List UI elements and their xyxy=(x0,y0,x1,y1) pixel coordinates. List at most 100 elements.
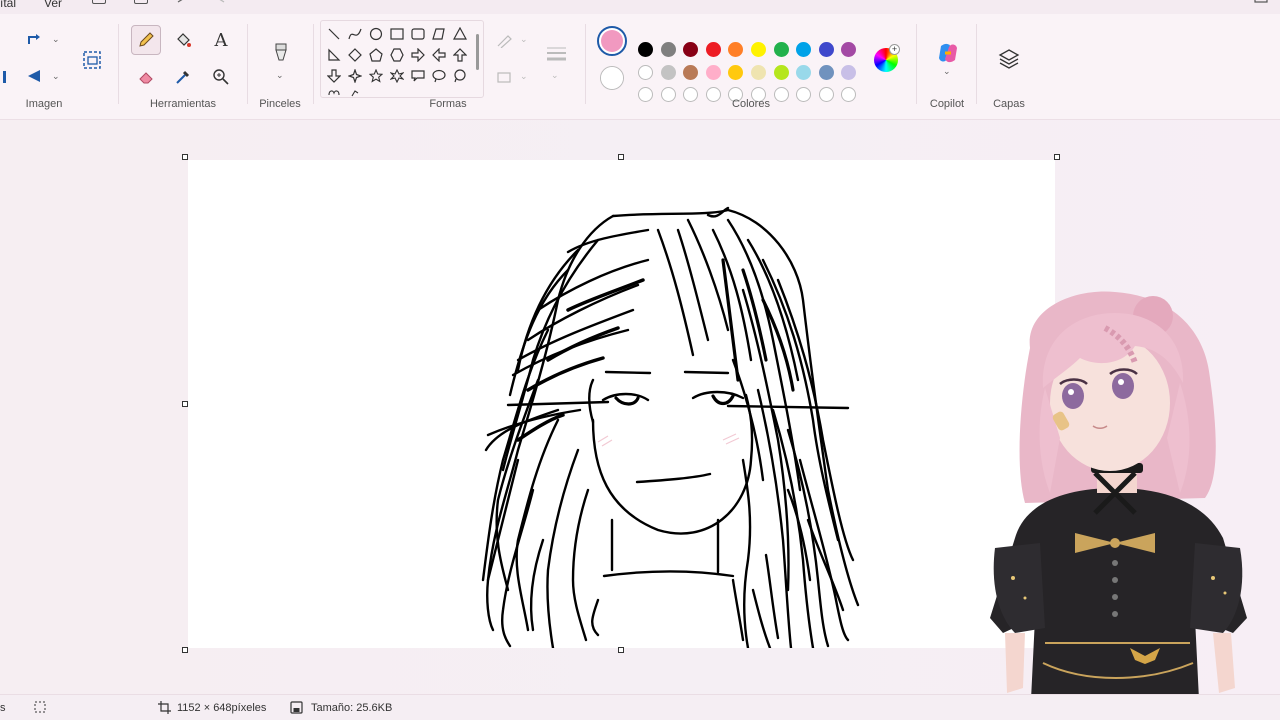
text-tool-button[interactable]: A xyxy=(206,25,236,55)
pencil-icon xyxy=(139,32,154,47)
color-swatch[interactable] xyxy=(638,64,653,80)
star-four-shape-icon[interactable] xyxy=(346,67,364,85)
line-shape-icon[interactable] xyxy=(325,25,343,43)
color-swatch[interactable] xyxy=(841,42,857,57)
chevron-down-icon[interactable]: ⌄ xyxy=(520,71,528,82)
color-swatch[interactable] xyxy=(841,64,857,80)
custom-color-slot[interactable] xyxy=(683,87,699,102)
callout-cloud-shape-icon[interactable] xyxy=(451,67,469,85)
chevron-down-icon[interactable]: ⌄ xyxy=(52,71,60,82)
canvas-area xyxy=(182,154,1060,653)
color-swatch[interactable] xyxy=(683,64,699,80)
fill-tool-button[interactable] xyxy=(168,25,198,55)
copilot-icon[interactable] xyxy=(936,42,960,64)
color-swatch[interactable] xyxy=(660,42,676,57)
stroke-size-icon[interactable] xyxy=(544,44,570,64)
rectangle-shape-icon[interactable] xyxy=(388,25,406,43)
resize-handle-bottom[interactable] xyxy=(618,647,624,653)
outline-icon[interactable] xyxy=(496,34,514,48)
color-swatch[interactable] xyxy=(638,42,653,57)
oval-shape-icon[interactable] xyxy=(367,25,385,43)
color-swatch[interactable] xyxy=(751,64,766,80)
resize-handle-top-right[interactable] xyxy=(1054,154,1060,160)
triangle-shape-icon[interactable] xyxy=(451,25,469,43)
lightning-shape-icon[interactable] xyxy=(346,87,364,97)
select-icon[interactable] xyxy=(2,70,8,84)
undo-icon[interactable] xyxy=(176,0,190,4)
custom-color-slot[interactable] xyxy=(638,87,653,102)
share-icon[interactable] xyxy=(1254,0,1270,4)
open-icon[interactable] xyxy=(134,0,148,4)
callout-oval-shape-icon[interactable] xyxy=(430,67,448,85)
magnifier-icon xyxy=(213,69,229,85)
resize-handle-left[interactable] xyxy=(182,401,188,407)
custom-color-slot[interactable] xyxy=(818,87,834,102)
star-five-shape-icon[interactable] xyxy=(367,67,385,85)
color-swatch[interactable] xyxy=(796,42,812,57)
magnifier-tool-button[interactable] xyxy=(206,62,236,92)
color-swatch[interactable] xyxy=(728,64,744,80)
color-swatch[interactable] xyxy=(773,64,789,80)
rounded-rectangle-shape-icon[interactable] xyxy=(409,25,427,43)
color-swatch[interactable] xyxy=(705,42,721,57)
custom-color-slot[interactable] xyxy=(841,87,857,102)
color-swatch[interactable] xyxy=(728,42,744,57)
resize-handle-top[interactable] xyxy=(618,154,624,160)
save-icon[interactable] xyxy=(92,0,106,4)
paint-bucket-icon xyxy=(177,33,191,47)
diamond-shape-icon[interactable] xyxy=(346,46,364,64)
custom-color-slot[interactable] xyxy=(660,87,676,102)
color-swatch[interactable] xyxy=(818,64,834,80)
color-swatch[interactable] xyxy=(773,42,789,57)
color-swatch[interactable] xyxy=(818,42,834,57)
flip-icon[interactable] xyxy=(26,68,44,84)
arrow-left-shape-icon[interactable] xyxy=(430,46,448,64)
color2-button[interactable] xyxy=(600,66,624,90)
resize-handle-top-left[interactable] xyxy=(182,154,188,160)
pentagon-shape-icon[interactable] xyxy=(367,46,385,64)
drawing-canvas[interactable] xyxy=(188,160,1055,648)
arrow-right-shape-icon[interactable] xyxy=(409,46,427,64)
chevron-down-icon[interactable]: ⌄ xyxy=(276,70,284,81)
color-picker-tool-button[interactable] xyxy=(168,62,198,92)
custom-color-slot[interactable] xyxy=(796,87,812,102)
color-swatch[interactable] xyxy=(683,42,699,57)
resize-image-icon[interactable] xyxy=(80,48,104,72)
pencil-tool-button[interactable] xyxy=(131,25,161,55)
chevron-down-icon[interactable]: ⌄ xyxy=(943,66,951,77)
heart-shape-icon[interactable] xyxy=(325,87,343,97)
arrow-up-shape-icon[interactable] xyxy=(451,46,469,64)
fill-icon[interactable] xyxy=(496,70,514,84)
divider xyxy=(585,24,586,104)
redo-icon[interactable] xyxy=(214,0,228,4)
arrow-down-shape-icon[interactable] xyxy=(325,67,343,85)
save-icon xyxy=(290,701,303,714)
polygon-shape-icon[interactable] xyxy=(430,25,448,43)
brush-icon[interactable] xyxy=(272,42,290,64)
chevron-down-icon[interactable]: ⌄ xyxy=(551,70,559,81)
color-swatch[interactable] xyxy=(751,42,766,57)
edit-colors-button[interactable]: + xyxy=(874,44,900,72)
menu-item-fragment[interactable]: ıtal xyxy=(0,0,16,10)
right-triangle-shape-icon[interactable] xyxy=(325,46,343,64)
color-swatch[interactable] xyxy=(705,64,721,80)
curve-shape-icon[interactable] xyxy=(346,25,364,43)
rotate-icon[interactable] xyxy=(26,32,44,48)
color-swatch[interactable] xyxy=(796,64,812,80)
color1-button[interactable] xyxy=(597,26,627,56)
callout-rect-shape-icon[interactable] xyxy=(409,67,427,85)
color1-swatch xyxy=(601,30,623,52)
chevron-down-icon[interactable]: ⌄ xyxy=(52,34,60,45)
star-six-shape-icon[interactable] xyxy=(388,67,406,85)
eraser-tool-button[interactable] xyxy=(131,62,161,92)
hexagon-shape-icon[interactable] xyxy=(388,46,406,64)
selection-icon xyxy=(34,701,46,713)
resize-handle-bottom-left[interactable] xyxy=(182,647,188,653)
layers-icon[interactable] xyxy=(997,48,1021,70)
color-swatch[interactable] xyxy=(660,64,676,80)
menu-item-view[interactable]: Ver xyxy=(44,0,62,10)
shapes-scrollbar[interactable] xyxy=(476,34,479,70)
chevron-down-icon[interactable]: ⌄ xyxy=(520,34,528,45)
vtuber-avatar xyxy=(985,288,1250,720)
divider xyxy=(247,24,248,104)
